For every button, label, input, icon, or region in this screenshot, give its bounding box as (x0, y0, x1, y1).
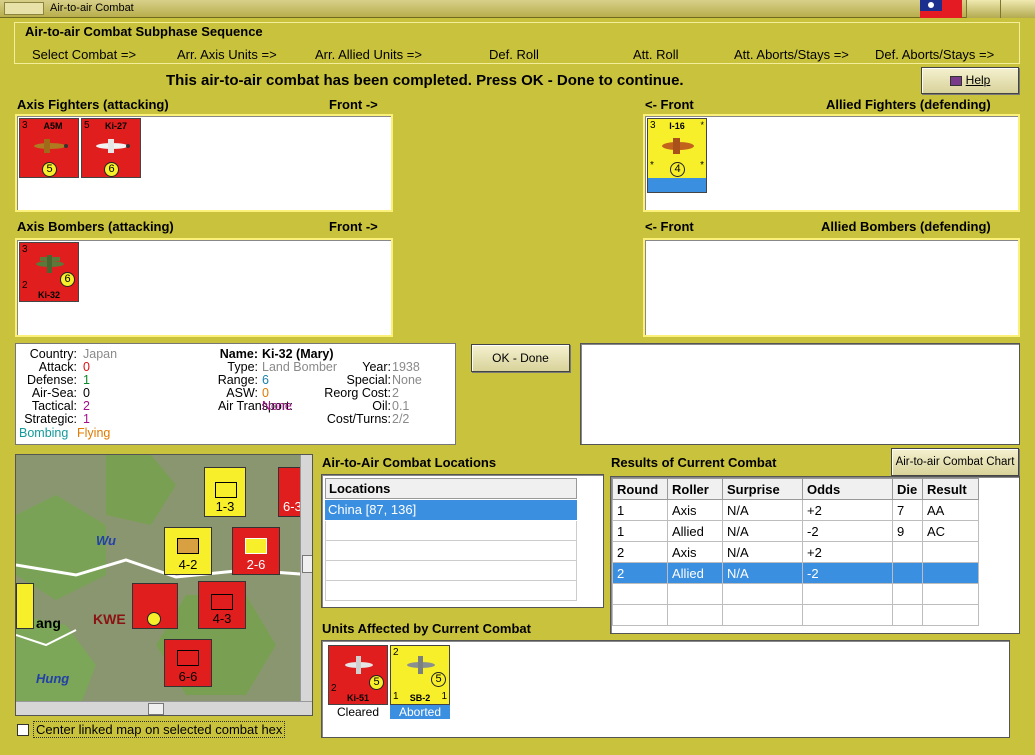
unit-counter-ki27[interactable]: 5 Ki-27 6 (81, 118, 141, 178)
bomber-plane-icon (345, 656, 373, 674)
map-unit-allied-air[interactable] (16, 583, 34, 629)
results-label: Results of Current Combat (611, 455, 777, 470)
bomber-plane-icon (407, 656, 435, 674)
allied-fighters-front: <- Front (645, 97, 694, 112)
step-def-aborts: Def. Aborts/Stays => (875, 47, 995, 62)
map-unit-corps[interactable]: 4-3 (198, 581, 246, 629)
affected-label: Units Affected by Current Combat (322, 621, 531, 636)
locations-header: Locations (325, 478, 577, 499)
step-arr-allied: Arr. Allied Units => (315, 47, 422, 62)
status-cleared: Cleared (336, 705, 380, 719)
map-unit-aircraft[interactable] (132, 583, 178, 629)
china-flag-icon (920, 0, 962, 18)
allied-fighters-label: Allied Fighters (defending) (826, 97, 991, 112)
status-aborted: Aborted (390, 705, 450, 719)
close-button[interactable] (1000, 0, 1035, 18)
sequence-title: Air-to-air Combat Subphase Sequence (25, 24, 263, 39)
map-unit-mech[interactable]: 4-2 (164, 527, 212, 575)
results-table-panel: Round Roller Surprise Odds Die Result 1A… (610, 476, 1020, 634)
step-att-roll: Att. Roll (633, 47, 679, 62)
map-label-wu: Wu (96, 533, 116, 548)
center-map-label[interactable]: Center linked map on selected combat hex (33, 721, 286, 738)
map-unit-infantry[interactable]: 1-3 (204, 467, 246, 517)
results-table: Round Roller Surprise Odds Die Result 1A… (612, 478, 979, 626)
allied-bombers-label: Allied Bombers (defending) (821, 219, 991, 234)
fighter-plane-icon (34, 139, 68, 153)
unit-counter-sb2[interactable]: 2 5 1 1 SB-2 (390, 645, 450, 705)
map-vertical-scrollbar[interactable] (300, 455, 312, 701)
allied-fighters-box[interactable]: 3 * I-16 * * 4 (643, 114, 1020, 212)
unit-counter-ki32[interactable]: 3 6 2 Ki-32 (19, 242, 79, 302)
bomber-plane-icon (36, 255, 64, 273)
window-title: Air-to-air Combat (50, 2, 134, 14)
location-row-china[interactable]: China [87, 136] (325, 500, 577, 520)
map-horizontal-scrollbar[interactable] (16, 701, 312, 715)
combat-message-panel (580, 343, 1020, 445)
unit-counter-ki51[interactable]: 5 2 Ki-51 (328, 645, 388, 705)
table-row[interactable]: 1 Allied N/A -2 9 AC (612, 520, 979, 542)
status-message: This air-to-air combat has been complete… (166, 72, 684, 89)
fighter-plane-icon (96, 139, 130, 153)
unit-info-panel: Country: Japan Attack: 0 Defense: 1 Air-… (15, 343, 456, 445)
title-bar: Air-to-air Combat (0, 0, 1035, 18)
center-map-checkbox[interactable] (17, 724, 29, 736)
axis-bombers-box[interactable]: 3 6 2 Ki-32 (15, 238, 393, 337)
linked-map[interactable]: Wu ang KWE Hung 1-3 4-2 2-6 4-3 6-6 6-3 (15, 454, 313, 716)
help-button[interactable]: Help (921, 67, 1019, 94)
air-combat-chart-button[interactable]: Air-to-air Combat Chart (891, 448, 1019, 476)
book-icon (949, 75, 962, 86)
map-unit-infantry-red[interactable]: 6-6 (164, 639, 212, 687)
step-select-combat: Select Combat => (32, 47, 137, 62)
map-label-kwe: KWE (93, 611, 126, 627)
map-unit-armor[interactable]: 2-6 (232, 527, 280, 575)
axis-bombers-label: Axis Bombers (attacking) (17, 219, 174, 234)
map-label-hung: Hung (36, 671, 70, 686)
axis-bombers-front: Front -> (329, 219, 378, 234)
locations-label: Air-to-Air Combat Locations (322, 455, 497, 470)
map-label-ang: ang (36, 615, 61, 631)
locations-list[interactable]: Locations China [87, 136] (321, 474, 604, 608)
axis-fighters-label: Axis Fighters (attacking) (17, 97, 169, 112)
affected-units-box[interactable]: 5 2 Ki-51 Cleared 2 5 1 1 SB-2 Aborted (321, 640, 1010, 738)
allied-bombers-front: <- Front (645, 219, 694, 234)
step-arr-axis: Arr. Axis Units => (177, 47, 277, 62)
ok-done-button[interactable]: OK - Done (471, 344, 570, 372)
subphase-sequence: Air-to-air Combat Subphase Sequence Sele… (14, 22, 1020, 64)
fighter-plane-icon (662, 138, 694, 154)
results-header-row: Round Roller Surprise Odds Die Result (612, 478, 979, 500)
unit-counter-a5m[interactable]: 3 A5M 5 (19, 118, 79, 178)
table-row[interactable]: 2 Allied N/A -2 (612, 562, 979, 584)
step-att-aborts: Att. Aborts/Stays => (734, 47, 849, 62)
axis-fighters-box[interactable]: 3 A5M 5 5 Ki-27 6 (15, 114, 393, 212)
table-row[interactable]: 2 Axis N/A +2 (612, 541, 979, 563)
axis-fighters-front: Front -> (329, 97, 378, 112)
allied-bombers-box[interactable] (643, 238, 1020, 337)
table-row[interactable]: 1 Axis N/A +2 7 AA (612, 499, 979, 521)
unit-counter-i16[interactable]: 3 * I-16 * * 4 (647, 118, 707, 193)
window-menu-icon[interactable] (4, 2, 44, 15)
step-def-roll: Def. Roll (489, 47, 539, 62)
